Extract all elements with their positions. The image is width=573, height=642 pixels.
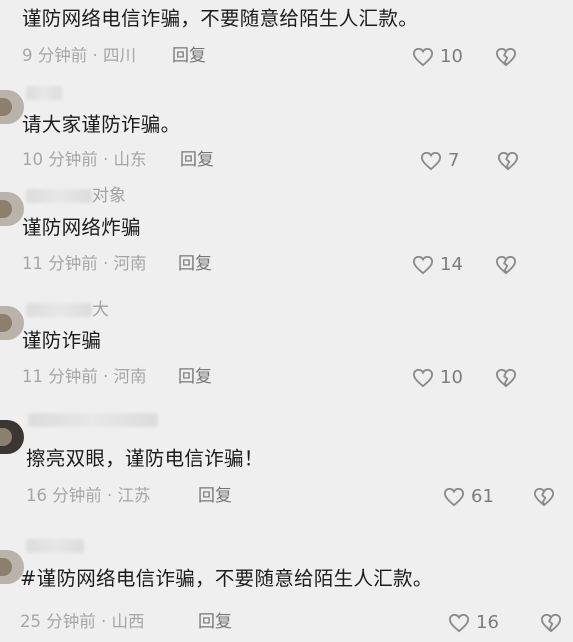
avatar[interactable]	[0, 192, 24, 226]
comment-text: 请大家谨防诈骗。	[22, 113, 181, 136]
username[interactable]	[26, 536, 84, 556]
broken-heart-icon[interactable]	[497, 151, 519, 171]
heart-outline-icon	[443, 487, 465, 507]
comment-text: #谨防网络电信诈骗，不要随意给陌生人汇款。	[20, 567, 433, 590]
comment-meta: 10 分钟前 · 山东	[22, 150, 147, 169]
broken-heart-icon[interactable]	[533, 487, 555, 507]
like-count: 16	[476, 612, 499, 633]
like-button[interactable]: 10	[412, 46, 463, 68]
reply-button[interactable]: 回复	[198, 485, 232, 507]
avatar[interactable]	[0, 420, 24, 454]
comment-text: 擦亮双眼，谨防电信诈骗！	[26, 447, 264, 470]
comment-meta: 11 分钟前 · 河南	[22, 254, 147, 273]
heart-outline-icon	[412, 255, 434, 275]
broken-heart-icon[interactable]	[540, 613, 562, 633]
comment-text: 谨防网络电信诈骗，不要随意给陌生人汇款。	[22, 7, 419, 30]
like-button[interactable]: 7	[420, 150, 459, 172]
username[interactable]: 大	[26, 300, 109, 320]
comment-text: 谨防网络炸骗	[22, 216, 141, 239]
like-button[interactable]: 10	[412, 367, 463, 389]
like-count: 61	[471, 486, 494, 507]
avatar[interactable]	[0, 90, 24, 124]
broken-heart-icon[interactable]	[495, 47, 517, 67]
username[interactable]: 对象	[26, 186, 126, 206]
reply-button[interactable]: 回复	[178, 366, 212, 388]
like-button[interactable]: 14	[412, 254, 463, 276]
broken-heart-icon[interactable]	[495, 368, 517, 388]
heart-outline-icon	[412, 368, 434, 388]
username[interactable]	[26, 83, 62, 103]
reply-button[interactable]: 回复	[180, 149, 214, 171]
comment-meta: 25 分钟前 · 山西	[20, 612, 145, 631]
heart-outline-icon	[412, 47, 434, 67]
avatar[interactable]	[0, 306, 24, 340]
broken-heart-icon[interactable]	[495, 255, 517, 275]
username[interactable]	[28, 410, 158, 430]
comment-meta: 16 分钟前 · 江苏	[26, 486, 151, 505]
heart-outline-icon	[448, 613, 470, 633]
like-button[interactable]: 16	[448, 612, 499, 634]
reply-button[interactable]: 回复	[198, 611, 232, 633]
comment-meta: 11 分钟前 · 河南	[22, 367, 147, 386]
comment-meta: 9 分钟前 · 四川	[22, 46, 136, 65]
like-button[interactable]: 61	[443, 486, 494, 508]
like-count: 7	[448, 150, 460, 171]
heart-outline-icon	[420, 151, 442, 171]
reply-button[interactable]: 回复	[178, 253, 212, 275]
comment-text: 谨防诈骗	[22, 329, 102, 352]
like-count: 14	[440, 254, 463, 275]
like-count: 10	[440, 46, 463, 67]
like-count: 10	[440, 367, 463, 388]
reply-button[interactable]: 回复	[172, 45, 206, 67]
